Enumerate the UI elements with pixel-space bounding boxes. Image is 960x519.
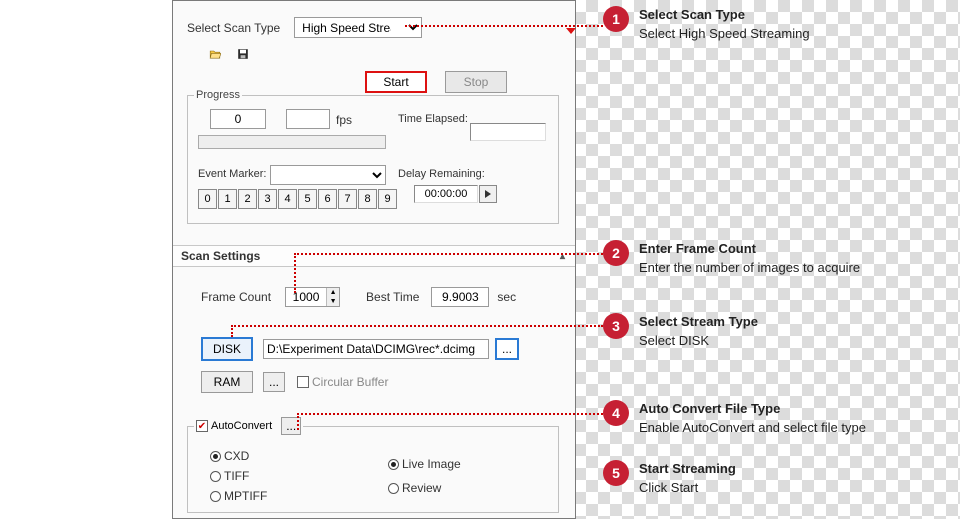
format-cxd-option[interactable]: CXD [210,449,267,463]
time-elapsed-label: Time Elapsed: [398,113,468,125]
callout-number-2: 2 [603,240,629,266]
radio-icon [210,451,221,462]
marker-2-button[interactable]: 2 [238,189,257,209]
radio-icon [210,471,221,482]
ram-options-button[interactable]: ... [263,372,285,392]
scan-settings-title: Scan Settings [181,249,260,263]
best-time-value[interactable] [431,287,489,307]
circular-buffer-label: Circular Buffer [312,375,388,389]
event-marker-select[interactable] [270,165,386,185]
mode-review-option[interactable]: Review [388,481,461,495]
ram-button[interactable]: RAM [201,371,253,393]
save-file-button[interactable] [231,43,255,65]
callout-4-title: Auto Convert File Type [639,400,866,418]
stream-path-input[interactable] [263,339,489,359]
callout-4-body: Enable AutoConvert and select file type [639,419,866,437]
autoconvert-label: AutoConvert [211,420,272,432]
progress-bar [198,135,386,149]
floppy-save-icon [237,45,249,63]
marker-1-button[interactable]: 1 [218,189,237,209]
marker-9-button[interactable]: 9 [378,189,397,209]
callout-3-title: Select Stream Type [639,313,758,331]
format-mptiff-option[interactable]: MPTIFF [210,489,267,503]
scan-type-label: Select Scan Type [187,21,280,35]
progress-group: Progress 0 fps Time Elapsed: Event Marke… [187,89,559,224]
radio-icon [388,483,399,494]
format-tiff-option[interactable]: TIFF [210,469,267,483]
fps-label: fps [336,113,352,127]
callout-1-title: Select Scan Type [639,6,810,24]
callout-number-3: 3 [603,313,629,339]
open-file-button[interactable] [203,43,227,65]
marker-8-button[interactable]: 8 [358,189,377,209]
frame-count-up-icon[interactable]: ▲ [327,288,339,297]
callout-1-body: Select High Speed Streaming [639,25,810,43]
dropdown-red-indicator-icon [566,26,576,36]
disk-button[interactable]: DISK [201,337,253,361]
callout-number-1: 1 [603,6,629,32]
play-icon [484,190,492,198]
radio-icon [388,459,399,470]
autoconvert-group: ✔AutoConvert ... CXD TIFF MPTIFF Live Im… [187,417,559,513]
delay-remaining-value: 00:00:00 [414,185,478,203]
callout-5-title: Start Streaming [639,460,736,478]
best-time-label: Best Time [366,290,419,304]
callout-2-title: Enter Frame Count [639,240,860,258]
progress-counter: 0 [210,109,266,129]
time-elapsed-value [470,123,546,141]
marker-3-button[interactable]: 3 [258,189,277,209]
autoconvert-checkbox[interactable]: ✔ [196,420,208,432]
callout-number-5: 5 [603,460,629,486]
frame-count-input[interactable] [286,288,326,306]
frame-count-label: Frame Count [201,290,271,304]
fps-value[interactable] [286,109,330,129]
callout-2-body: Enter the number of images to acquire [639,259,860,277]
browse-path-button[interactable]: ... [495,338,519,360]
marker-6-button[interactable]: 6 [318,189,337,209]
callout-3-body: Select DISK [639,332,758,350]
event-marker-label: Event Marker: [198,168,266,180]
best-time-unit: sec [497,290,516,304]
marker-7-button[interactable]: 7 [338,189,357,209]
frame-count-down-icon[interactable]: ▼ [327,297,339,306]
scan-settings-header[interactable]: Scan Settings ▴ [173,245,575,267]
folder-open-icon [209,45,221,63]
circular-buffer-checkbox[interactable] [297,376,309,388]
callout-5-body: Click Start [639,479,736,497]
marker-4-button[interactable]: 4 [278,189,297,209]
delay-remaining-label: Delay Remaining: [398,168,485,180]
mode-live-option[interactable]: Live Image [388,457,461,471]
callout-number-4: 4 [603,400,629,426]
marker-0-button[interactable]: 0 [198,189,217,209]
marker-5-button[interactable]: 5 [298,189,317,209]
radio-icon [210,491,221,502]
scan-type-select[interactable]: High Speed Streaming [294,17,422,38]
progress-legend: Progress [194,89,242,101]
delay-play-button[interactable] [479,185,497,203]
